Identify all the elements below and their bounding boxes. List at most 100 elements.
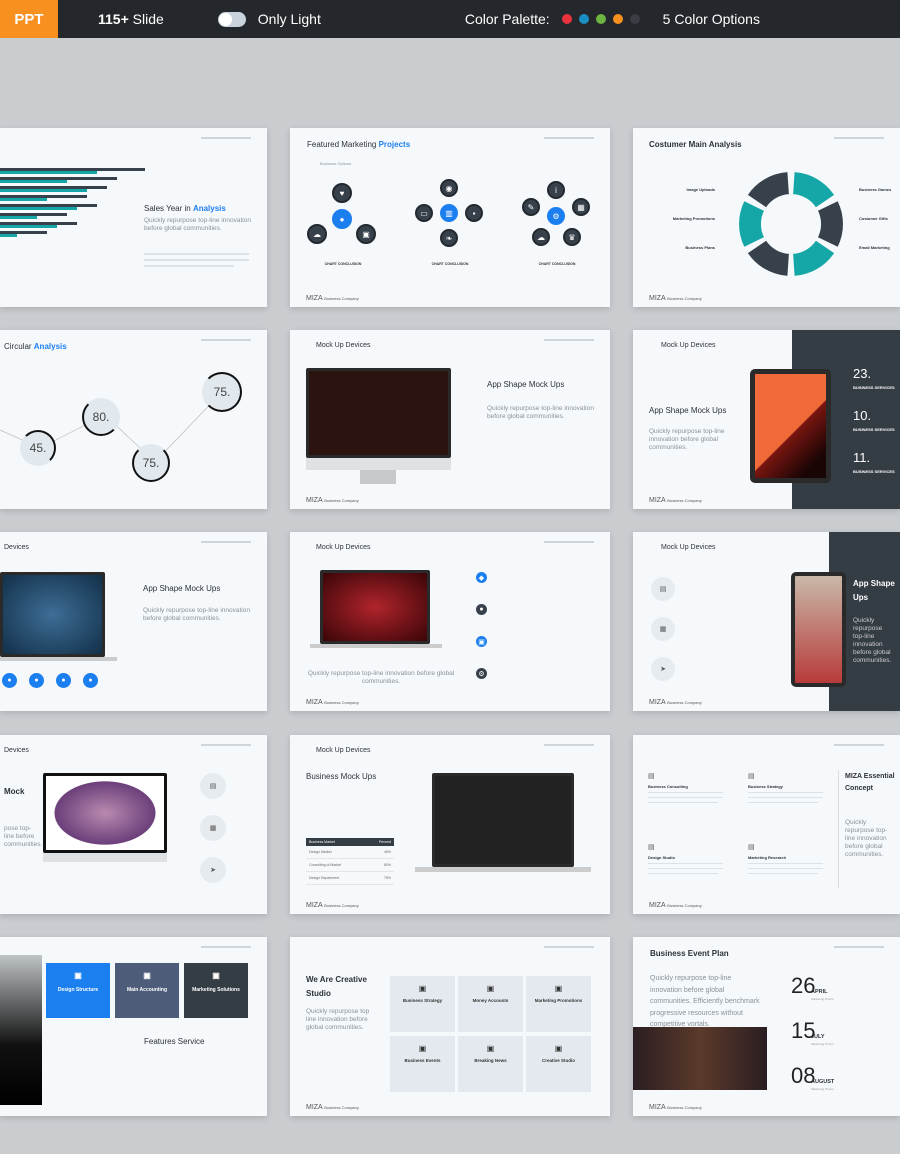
slide-mock-phone[interactable]: Mock Up Devices ▤ ▦ ➤ App Shape Ups Quic… [633, 532, 900, 711]
feature-box: ▣ Marketing Solutions [184, 963, 248, 1018]
palette-dot[interactable] [578, 14, 589, 24]
slide-title: Features Service [144, 1037, 205, 1046]
bar [0, 207, 77, 210]
palette-dot[interactable] [561, 14, 572, 24]
palette-dot[interactable] [629, 14, 640, 24]
brand: MIZA Business Company [649, 699, 702, 706]
slide-mock-imac-2[interactable]: Devices Mock pose top-line before commun… [0, 735, 267, 914]
item-title: Marketing Research [748, 855, 787, 860]
lights-photo [633, 1027, 767, 1090]
circle-path [0, 391, 223, 463]
heart-icon: ♥ [332, 183, 352, 203]
palette-dot[interactable] [595, 14, 606, 24]
top-bar: PPT 115+ Slide Only Light Color Palette:… [0, 0, 900, 38]
feature-box: ▣ Main Accounting [115, 963, 179, 1018]
option-label: Business Options [320, 161, 352, 166]
segment-label: Email Marketing [859, 245, 890, 250]
segment-label: Image Uploads [686, 187, 715, 192]
donut-segment [793, 172, 835, 208]
brand: MIZA Business Company [649, 295, 702, 302]
brand: MIZA Business Company [649, 902, 702, 909]
slide-lead: pose top-line before communities. [4, 825, 43, 848]
slide-lead: Quickly repurpose top-line innovation be… [649, 428, 725, 451]
slide-event-plan[interactable]: Business Event Plan Quickly repurpose to… [633, 937, 900, 1116]
slide-circular-analysis[interactable]: Circular Analysis 45. 80. 75. 75. [0, 330, 267, 509]
stat-label: BUSINESS SERVICES [853, 385, 895, 390]
value-circle: 45. [20, 430, 56, 466]
segment-label: Costumer Gifts [859, 216, 888, 221]
slide-title: MIZA Essential Concept [845, 771, 897, 795]
service-icon: ▣ [418, 984, 427, 993]
donut-segment [747, 240, 789, 276]
donut-segment [793, 240, 835, 276]
segment-label: Marketing Promotions [672, 216, 715, 221]
slide-essential-concept[interactable]: ▤ Business Consulting ▤ Business Strategy ▤ D… [633, 735, 900, 914]
laptop-mockup [320, 570, 430, 644]
item-icon: ▤ [748, 773, 755, 780]
segment-label: Business Games [859, 187, 892, 192]
slide-title: Featured Marketing Projects [307, 140, 411, 149]
stat-value: 11. [853, 450, 871, 465]
team-icon: ● [332, 209, 352, 229]
bar [0, 225, 57, 228]
color-options-label: 5 Color Options [662, 11, 760, 27]
slide-mock-laptop-boat[interactable]: Mock Up Devices Quickly repurpose top-li… [290, 532, 610, 711]
bar [0, 216, 37, 219]
slide-costumer-analysis[interactable]: Costumer Main Analysis Image Uploads Mark… [633, 128, 900, 307]
slide-mock-imac[interactable]: Mock Up Devices App Shape Mock Ups Quick… [290, 330, 610, 509]
caption: CHART CONCLUSION [538, 262, 576, 266]
slide-lead: Quickly repurpose top line innovation be… [306, 1008, 370, 1031]
briefcase-icon: ▣ [356, 224, 376, 244]
slide-features-service[interactable]: ▣ Design Structure ▣ Main Accounting ▣ Market… [0, 937, 267, 1116]
slide-lead: Quickly repurpose top-line innovation be… [650, 975, 760, 1028]
gift-icon: ▪ [465, 204, 483, 222]
feature-icon: ▣ [143, 971, 151, 980]
slide-sales-analysis[interactable]: Sales Year in Analysis Quickly repurpose… [0, 128, 267, 307]
bar [0, 234, 17, 237]
service-icon: ▣ [486, 1044, 495, 1053]
caption: CHART CONCLUSION [431, 262, 469, 266]
box-icon: ▤ [651, 577, 675, 601]
wallet-icon: ▭ [415, 204, 433, 222]
brand: MIZA Business Company [306, 295, 359, 302]
cloud-upload-icon: ☁ [532, 228, 550, 246]
event-month: JULY [811, 1034, 825, 1040]
stat-value: 10. [853, 408, 872, 423]
donut-segment [739, 201, 764, 247]
section-label: Mock Up Devices [661, 342, 716, 349]
table-row: Design Market 45% [306, 846, 394, 859]
slide-lead: Quickly repurpose top-line innovation be… [853, 617, 892, 664]
item-icon: ▤ [648, 844, 655, 851]
slide-title: App Shape Ups [853, 579, 895, 602]
slide-mock-laptop-car[interactable]: Devices ● ● ● ● App Shape Mock Ups Quickly … [0, 532, 267, 711]
palette-dot[interactable] [612, 14, 623, 24]
slide-title: Costumer Main Analysis [649, 140, 742, 149]
donut-diagram [739, 172, 843, 276]
donut-segment [818, 201, 843, 247]
slide-title: We Are Creative Studio [306, 975, 367, 998]
slide-featured-projects[interactable]: Featured Marketing Projects Business Opt… [290, 128, 610, 307]
caption: CHART CONCLUSION [324, 262, 362, 266]
image-icon: ▣ [476, 636, 487, 647]
slide-business-mockups[interactable]: Mock Up Devices Business Mock Ups Busine… [290, 735, 610, 914]
palette-label: Color Palette: [464, 11, 550, 27]
box-icon: ▤ [200, 773, 226, 799]
imac-mockup [43, 773, 167, 853]
calendar-icon: ▦ [572, 198, 590, 216]
settings-icon: ⚙ [476, 668, 487, 679]
event-day: 08 [791, 1063, 816, 1088]
laptop-mockup [432, 773, 574, 867]
app-icon: ● [83, 673, 98, 688]
slide-title: Mock [4, 787, 25, 796]
slide-mock-ipad[interactable]: Mock Up Devices App Shape Mock Ups Quick… [633, 330, 900, 509]
light-toggle[interactable] [217, 11, 246, 27]
data-table: Business Market Percent Design Market 45% Co… [306, 838, 394, 885]
bar [0, 171, 97, 174]
slide-title: Sales Year in Analysis [144, 204, 226, 213]
slide-creative-studio[interactable]: We Are Creative Studio Quickly repurpose … [290, 937, 610, 1116]
brand: MIZA Business Company [649, 1104, 702, 1111]
ipad-mockup [750, 369, 831, 483]
mode-label: Only Light [257, 11, 321, 27]
event-sub: Marketing Promo [811, 997, 834, 1001]
slide-lead: Quickly repurpose top-line innovation be… [143, 607, 250, 622]
